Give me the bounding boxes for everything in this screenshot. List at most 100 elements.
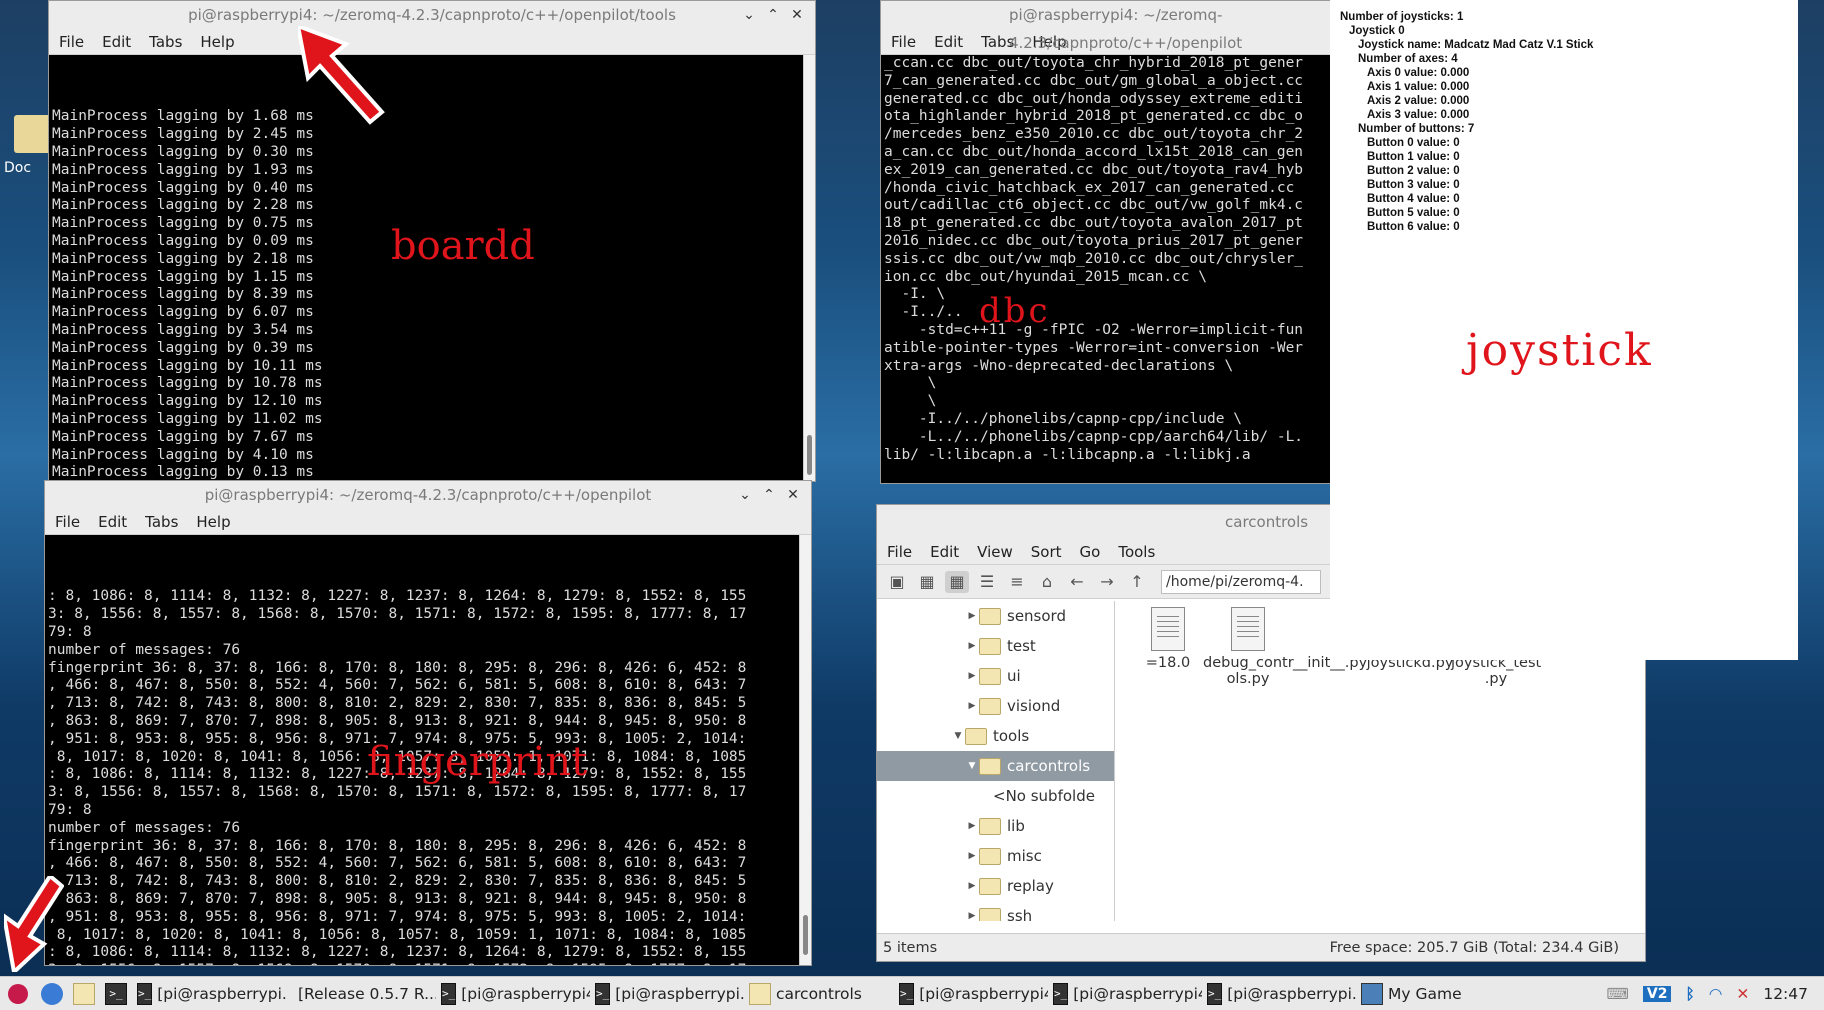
tree-item[interactable]: ▶ ssh: [877, 901, 1114, 921]
taskbar-window-button[interactable]: My Game: [1356, 979, 1480, 1009]
file-item[interactable]: =18.0: [1123, 607, 1213, 671]
joystick-info-line: Button 6 value: 0: [1367, 221, 1460, 233]
tree-item[interactable]: ▶ lib: [877, 811, 1114, 841]
tree-item[interactable]: ▶ test: [877, 631, 1114, 661]
file-manager-launcher[interactable]: [68, 979, 100, 1009]
menu-edit[interactable]: Edit: [98, 509, 127, 534]
expand-arrow-icon[interactable]: ▼: [951, 731, 965, 741]
raspberry-menu-button[interactable]: [0, 979, 36, 1009]
folder-tree[interactable]: ▶ sensord ▶ test ▶ ui ▶ visiond ▼ tools ▼ carcontro…: [877, 601, 1115, 921]
taskbar-window-button[interactable]: >_ [pi@raspberrypi...: [1202, 979, 1356, 1009]
menu-file[interactable]: File: [891, 29, 916, 54]
expand-arrow-icon[interactable]: ▶: [965, 611, 979, 621]
expand-arrow-icon[interactable]: ▶: [965, 881, 979, 891]
compact-view-icon[interactable]: ☰: [975, 571, 999, 593]
tree-item[interactable]: ▼ tools: [877, 721, 1114, 751]
terminal-line: -std=c++11 -g -fPIC -O2 -Werror=implicit…: [884, 321, 1304, 338]
tree-item[interactable]: ▼ carcontrols: [877, 751, 1114, 781]
terminal-line: , 466: 8, 467: 8, 550: 8, 552: 4, 560: 7…: [48, 855, 747, 872]
minimize-icon[interactable]: ⌄: [741, 1, 757, 29]
taskbar-window-button[interactable]: >_[pi@raspberrypi4...: [894, 979, 1048, 1009]
terminal-output[interactable]: _ccan.cc dbc_out/toyota_chr_hybrid_2018_…: [881, 55, 1339, 483]
path-input[interactable]: /home/pi/zeromq-4.: [1161, 569, 1321, 594]
tree-item[interactable]: ▶ misc: [877, 841, 1114, 871]
vnc-icon[interactable]: V2: [1642, 985, 1672, 1002]
menu-file[interactable]: File: [887, 539, 912, 564]
terminal-line: 3: 8, 1556: 8, 1557: 8, 1568: 8, 1570: 8…: [48, 962, 811, 965]
home-icon[interactable]: ⌂: [1035, 571, 1059, 593]
menu-tabs[interactable]: Tabs: [149, 29, 182, 54]
terminal-line: MainProcess lagging by 12.10 ms: [52, 393, 323, 410]
expand-arrow-icon[interactable]: ▶: [965, 821, 979, 831]
thumbnail-view-icon[interactable]: ▦: [945, 570, 969, 593]
maximize-icon[interactable]: ⌃: [765, 1, 781, 29]
menu-edit[interactable]: Edit: [934, 29, 963, 54]
icon-view-icon[interactable]: ▦: [915, 571, 939, 593]
terminal-line: fingerprint 36: 8, 37: 8, 166: 8, 170: 8…: [48, 837, 747, 854]
terminal-line: 3: 8, 1556: 8, 1557: 8, 1568: 8, 1570: 8…: [48, 784, 747, 801]
new-tab-icon[interactable]: ▣: [885, 571, 909, 593]
expand-arrow-icon[interactable]: ▶: [965, 701, 979, 711]
terminal-line: , 466: 8, 467: 8, 550: 8, 552: 4, 560: 7…: [48, 677, 747, 694]
titlebar[interactable]: pi@raspberrypi4: ~/zeromq-4.2.3/capnprot…: [49, 1, 815, 29]
back-icon[interactable]: ←: [1065, 571, 1089, 593]
taskbar-window-button[interactable]: [Release 0.5.7 R...: [288, 979, 436, 1009]
minimize-icon[interactable]: ⌄: [737, 481, 753, 509]
tree-item-label: sensord: [1007, 607, 1066, 625]
forward-icon[interactable]: →: [1095, 571, 1119, 593]
tree-item[interactable]: ▶ visiond: [877, 691, 1114, 721]
folder-icon: [749, 982, 771, 1005]
taskbar-window-button[interactable]: carcontrols: [744, 979, 894, 1009]
close-icon[interactable]: ✕: [789, 1, 805, 29]
menu-tabs[interactable]: Tabs: [145, 509, 178, 534]
terminal-launcher[interactable]: >_: [100, 979, 132, 1009]
folder-icon: [979, 637, 1001, 655]
taskbar-window-button[interactable]: >_[pi@raspberrypi4...: [436, 979, 590, 1009]
terminal-line: 18_pt_generated.cc dbc_out/toyota_avalon…: [884, 215, 1304, 232]
tree-item[interactable]: ▶ ui: [877, 661, 1114, 691]
joystick-info-line: Axis 2 value: 0.000: [1367, 95, 1470, 107]
terminal-line: MainProcess lagging by 7.67 ms: [52, 428, 314, 445]
terminal-line: _ccan.cc dbc_out/toyota_chr_hybrid_2018_…: [884, 55, 1304, 71]
up-icon[interactable]: ↑: [1125, 571, 1149, 593]
menu-go[interactable]: Go: [1080, 539, 1101, 564]
titlebar[interactable]: pi@raspberrypi4: ~/zeromq-4.2.3/capnprot…: [45, 481, 811, 509]
wifi-icon[interactable]: ◠: [1709, 985, 1723, 1003]
desktop-documents-icon[interactable]: [14, 115, 52, 153]
menu-help[interactable]: Help: [196, 509, 230, 534]
taskbar-window-button[interactable]: >_[pi@raspberrypi4...: [1048, 979, 1202, 1009]
scrollbar[interactable]: [799, 535, 811, 965]
expand-arrow-icon[interactable]: ▶: [965, 671, 979, 681]
list-view-icon[interactable]: ≡: [1005, 571, 1029, 593]
bluetooth-icon[interactable]: ᛒ: [1685, 985, 1694, 1003]
scrollbar[interactable]: [803, 55, 815, 481]
menu-view[interactable]: View: [977, 539, 1013, 564]
menu-tools[interactable]: Tools: [1118, 539, 1155, 564]
expand-arrow-icon[interactable]: ▼: [965, 761, 979, 771]
titlebar[interactable]: pi@raspberrypi4: ~/zeromq-4.2.3/capnprot…: [881, 1, 1339, 52]
clock[interactable]: 12:47: [1763, 985, 1808, 1003]
expand-arrow-icon[interactable]: ▶: [965, 911, 979, 921]
volume-muted-icon[interactable]: ✕: [1736, 985, 1749, 1003]
menu-file[interactable]: File: [55, 509, 80, 534]
menu-sort[interactable]: Sort: [1031, 539, 1062, 564]
maximize-icon[interactable]: ⌃: [761, 481, 777, 509]
folder-icon: [979, 847, 1001, 865]
taskbar-window-label: [pi@raspberrypi...: [1227, 984, 1356, 1003]
menu-file[interactable]: File: [59, 29, 84, 54]
boardd-terminal-window: pi@raspberrypi4: ~/zeromq-4.2.3/capnprot…: [48, 0, 816, 482]
file-item[interactable]: debug_contr ols.py: [1203, 607, 1294, 687]
browser-launcher[interactable]: [36, 979, 68, 1009]
close-icon[interactable]: ✕: [785, 481, 801, 509]
taskbar-window-button[interactable]: >_ [pi@raspberrypi...: [590, 979, 744, 1009]
menu-edit[interactable]: Edit: [930, 539, 959, 564]
tree-item[interactable]: <No subfolde: [877, 781, 1114, 811]
keyboard-icon[interactable]: ⌨: [1607, 985, 1629, 1003]
tree-item[interactable]: ▶ replay: [877, 871, 1114, 901]
tree-item[interactable]: ▶ sensord: [877, 601, 1114, 631]
expand-arrow-icon[interactable]: ▶: [965, 851, 979, 861]
expand-arrow-icon[interactable]: ▶: [965, 641, 979, 651]
taskbar-window-button[interactable]: >_ [pi@raspberrypi...: [132, 979, 288, 1009]
menu-edit[interactable]: Edit: [102, 29, 131, 54]
menu-help[interactable]: Help: [200, 29, 234, 54]
